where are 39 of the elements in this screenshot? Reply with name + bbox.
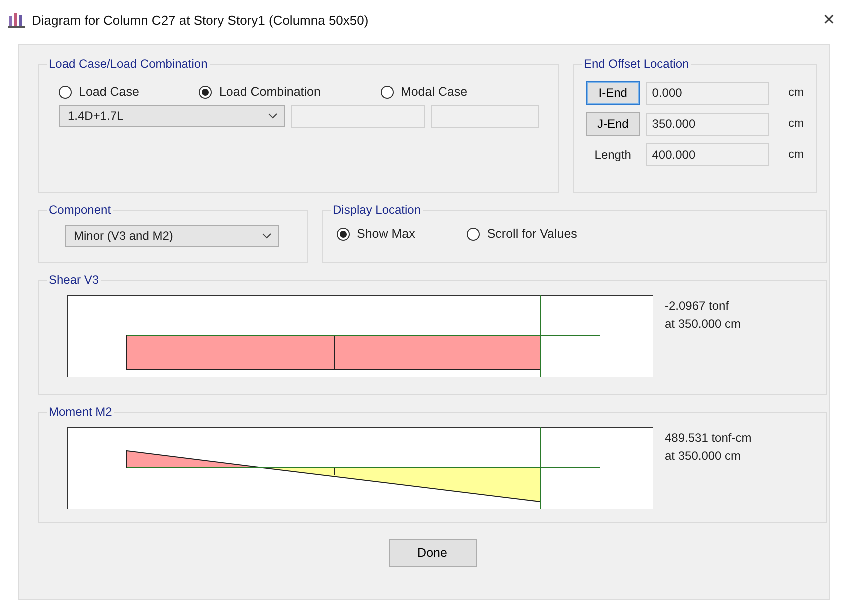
offset-field[interactable]: 350.000: [646, 112, 769, 136]
chevron-down-icon: [268, 113, 278, 119]
load-combination-dropdown[interactable]: 1.4D+1.7L: [59, 105, 285, 127]
app-icon: [8, 12, 26, 28]
unit-label: cm: [788, 87, 804, 99]
max-location: at 350.000 cm: [665, 317, 742, 331]
window-title: Diagram for Column C27 at Story Story1 (Columna 50x50): [32, 12, 370, 28]
radio-button[interactable]: [59, 86, 72, 98]
offset-field[interactable]: 400.000: [646, 143, 769, 166]
chevron-down-icon: [262, 233, 272, 239]
end-button[interactable]: I-End: [586, 81, 640, 105]
done-button[interactable]: Done: [388, 539, 476, 567]
radio-option[interactable]: Scroll for Values: [467, 227, 578, 241]
max-value: -2.0967 tonf: [665, 299, 730, 313]
group-title: End Offset Location: [583, 57, 690, 71]
end-button[interactable]: J-End: [586, 112, 640, 136]
input-field[interactable]: [291, 105, 425, 128]
radio-button[interactable]: [380, 86, 394, 98]
radio-button[interactable]: [336, 228, 350, 240]
radio-option[interactable]: Show Max: [336, 227, 416, 241]
group-title: Display Location: [332, 203, 422, 217]
group-title: Moment M2: [48, 405, 114, 419]
radio-option[interactable]: Modal Case: [380, 85, 468, 99]
close-button[interactable]: ×: [823, 8, 835, 32]
radio-option[interactable]: Load Combination: [199, 85, 321, 99]
group-title: Load Case/Load Combination: [48, 57, 209, 71]
unit-label: cm: [788, 118, 804, 130]
max-value: 489.531 tonf-cm: [665, 431, 752, 445]
radio-button[interactable]: [199, 86, 212, 98]
unit-label: cm: [788, 148, 804, 160]
component-dropdown[interactable]: Minor (V3 and M2): [65, 225, 279, 247]
radio-button[interactable]: [467, 228, 480, 240]
max-location: at 350.000 cm: [665, 449, 742, 463]
radio-option[interactable]: Load Case: [59, 85, 140, 99]
input-field[interactable]: [431, 105, 539, 128]
group-title: Component: [48, 203, 112, 217]
field-label: Length: [594, 148, 632, 162]
group-title: Shear V3: [48, 273, 100, 287]
offset-field[interactable]: 0.000: [646, 82, 769, 104]
